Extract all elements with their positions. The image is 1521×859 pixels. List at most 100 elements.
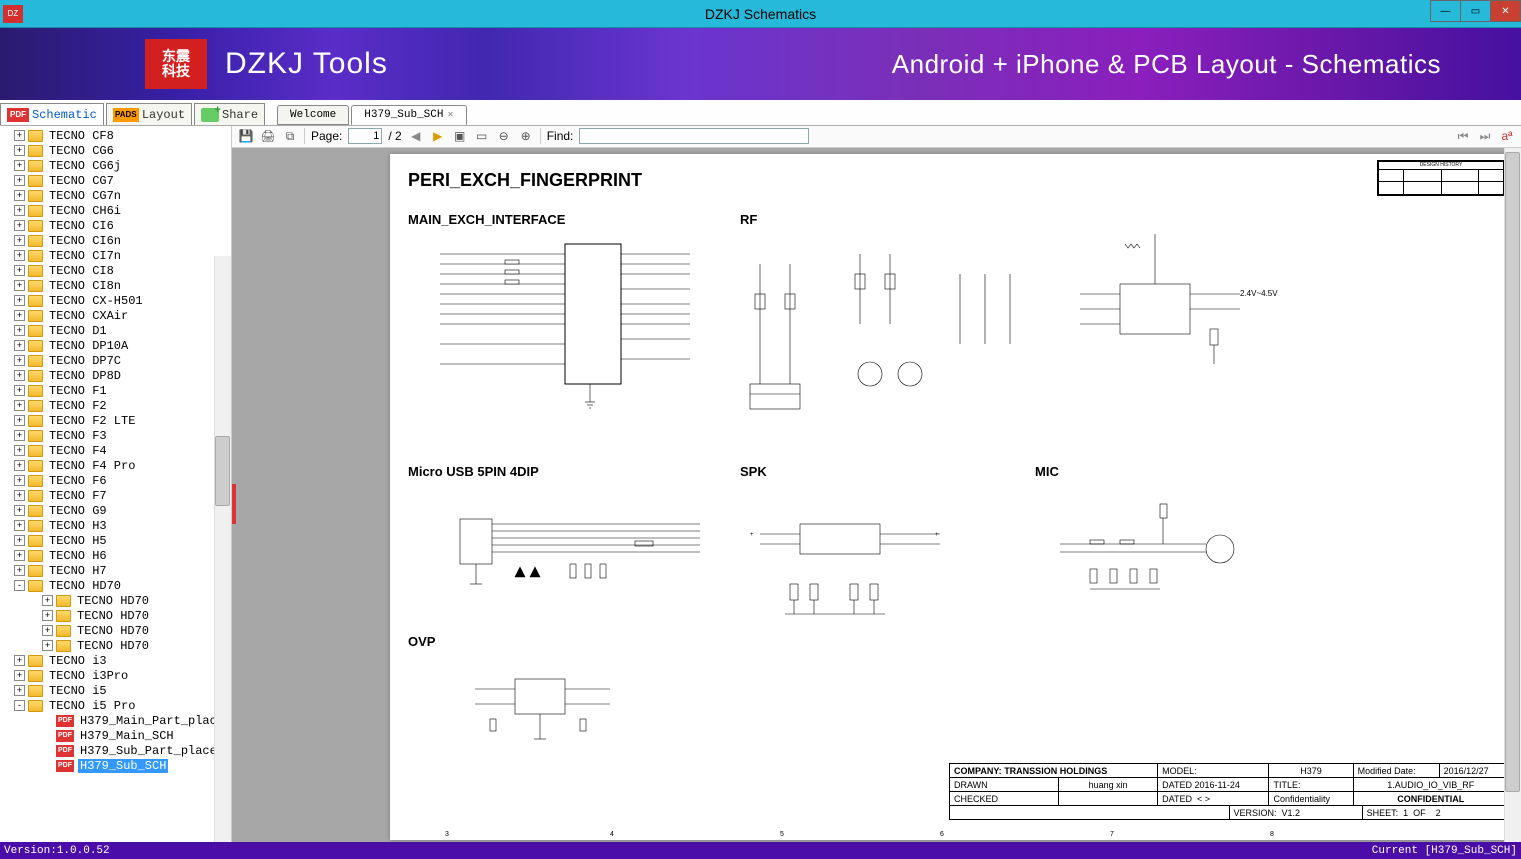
save-icon[interactable]: 💾 — [238, 128, 254, 144]
find-prev-icon[interactable]: ⏮ — [1455, 128, 1471, 144]
tree-expander-icon[interactable]: + — [42, 640, 53, 651]
print-icon[interactable]: 🖨 — [260, 128, 276, 144]
page-input[interactable] — [348, 128, 382, 144]
tree-expander-icon[interactable]: + — [14, 460, 25, 471]
prev-page-icon[interactable]: ◀ — [408, 128, 424, 144]
tree-expander-icon[interactable]: + — [42, 625, 53, 636]
tree-expander-icon[interactable]: + — [14, 175, 25, 186]
tree-item[interactable]: PDFH379_Main_Part_placement — [0, 713, 231, 728]
fit-page-icon[interactable]: ▣ — [452, 128, 468, 144]
tree-expander-icon[interactable]: + — [42, 595, 53, 606]
find-input[interactable] — [579, 128, 809, 144]
tree-expander-icon[interactable]: + — [14, 265, 25, 276]
tree-item[interactable]: +TECNO H5 — [0, 533, 231, 548]
find-next-icon[interactable]: ⏭ — [1477, 128, 1493, 144]
tree-item[interactable]: +TECNO CG6 — [0, 143, 231, 158]
doc-tab-h379_sub_sch[interactable]: H379_Sub_SCH✕ — [351, 105, 466, 125]
tree-item[interactable]: +TECNO CI8n — [0, 278, 231, 293]
tree-expander-icon[interactable]: + — [14, 160, 25, 171]
tree-item[interactable]: +TECNO DP10A — [0, 338, 231, 353]
tree-item[interactable]: +TECNO HD70 — [0, 593, 231, 608]
tree-item[interactable]: +TECNO CG7n — [0, 188, 231, 203]
tree-item[interactable]: +TECNO CI7n — [0, 248, 231, 263]
schematic-page[interactable]: PERI_EXCH_FINGERPRINT DESIGN HISTORY MAI… — [390, 154, 1515, 840]
tree-expander-icon[interactable]: + — [14, 295, 25, 306]
tree-item[interactable]: +TECNO F7 — [0, 488, 231, 503]
tree-item[interactable]: PDFH379_Sub_Part_placement — [0, 743, 231, 758]
tree-item[interactable]: +TECNO i3Pro — [0, 668, 231, 683]
tree-expander-icon[interactable]: + — [14, 325, 25, 336]
tree-item[interactable]: -TECNO i5 Pro — [0, 698, 231, 713]
minimize-button[interactable]: — — [1430, 0, 1461, 22]
tree-item[interactable]: +TECNO F4 Pro — [0, 458, 231, 473]
tree-item[interactable]: +TECNO F1 — [0, 383, 231, 398]
tree-item[interactable]: +TECNO CH6i — [0, 203, 231, 218]
tree-item[interactable]: +TECNO i5 — [0, 683, 231, 698]
tree-item[interactable]: +TECNO CI8 — [0, 263, 231, 278]
tree-expander-icon[interactable]: + — [42, 610, 53, 621]
viewer-scrollbar[interactable] — [1504, 148, 1521, 842]
tree-expander-icon[interactable]: - — [14, 580, 25, 591]
maximize-button[interactable]: ▭ — [1460, 0, 1491, 22]
tree-item[interactable]: +TECNO HD70 — [0, 638, 231, 653]
copy-icon[interactable]: ⧉ — [282, 128, 298, 144]
tree-expander-icon[interactable]: + — [14, 565, 25, 576]
tree-item[interactable]: -TECNO HD70 — [0, 578, 231, 593]
tree-item[interactable]: +TECNO F3 — [0, 428, 231, 443]
tree-expander-icon[interactable]: + — [14, 280, 25, 291]
close-button[interactable]: ✕ — [1490, 0, 1521, 22]
tree-item[interactable]: +TECNO F6 — [0, 473, 231, 488]
sidebar-scroll-thumb[interactable] — [215, 436, 230, 506]
tree-item[interactable]: +TECNO F2 LTE — [0, 413, 231, 428]
doc-tab-welcome[interactable]: Welcome — [277, 105, 349, 125]
tree-expander-icon[interactable]: + — [14, 535, 25, 546]
mode-tab-share[interactable]: Share — [194, 103, 265, 125]
tree-expander-icon[interactable]: + — [14, 250, 25, 261]
text-size-icon[interactable]: aª — [1499, 128, 1515, 144]
tree-item[interactable]: +TECNO CI6 — [0, 218, 231, 233]
zoom-in-icon[interactable]: ⊕ — [518, 128, 534, 144]
tree-item[interactable]: PDFH379_Sub_SCH — [0, 758, 231, 773]
tree-expander-icon[interactable]: + — [14, 505, 25, 516]
tree-item[interactable]: +TECNO CG7 — [0, 173, 231, 188]
tree-item[interactable]: +TECNO F4 — [0, 443, 231, 458]
tree-expander-icon[interactable]: + — [14, 340, 25, 351]
splitter-handle[interactable] — [232, 484, 236, 524]
mode-tab-schematic[interactable]: PDFSchematic — [0, 103, 104, 125]
next-page-icon[interactable]: ▶ — [430, 128, 446, 144]
tree-item[interactable]: +TECNO H6 — [0, 548, 231, 563]
sidebar-tree[interactable]: +TECNO CF8+TECNO CG6+TECNO CG6j+TECNO CG… — [0, 126, 232, 842]
tree-expander-icon[interactable]: + — [14, 130, 25, 141]
zoom-out-icon[interactable]: ⊖ — [496, 128, 512, 144]
tree-item[interactable]: +TECNO DP7C — [0, 353, 231, 368]
tree-item[interactable]: +TECNO CXAir — [0, 308, 231, 323]
tree-expander-icon[interactable]: + — [14, 430, 25, 441]
tree-item[interactable]: +TECNO i3 — [0, 653, 231, 668]
tree-expander-icon[interactable]: + — [14, 205, 25, 216]
mode-tab-layout[interactable]: PADSLayout — [106, 103, 192, 125]
tree-item[interactable]: +TECNO HD70 — [0, 623, 231, 638]
tree-item[interactable]: +TECNO HD70 — [0, 608, 231, 623]
tree-expander-icon[interactable]: + — [14, 235, 25, 246]
tree-expander-icon[interactable]: + — [14, 550, 25, 561]
tree-expander-icon[interactable]: + — [14, 220, 25, 231]
sidebar-scrollbar[interactable] — [214, 256, 231, 842]
close-tab-icon[interactable]: ✕ — [447, 109, 453, 121]
viewer-scroll-thumb[interactable] — [1505, 152, 1520, 792]
tree-expander-icon[interactable]: + — [14, 655, 25, 666]
tree-item[interactable]: +TECNO DP8D — [0, 368, 231, 383]
tree-expander-icon[interactable]: + — [14, 445, 25, 456]
tree-expander-icon[interactable]: + — [14, 190, 25, 201]
tree-item[interactable]: +TECNO CG6j — [0, 158, 231, 173]
tree-expander-icon[interactable]: + — [14, 520, 25, 531]
tree-item[interactable]: +TECNO CX-H501 — [0, 293, 231, 308]
tree-item[interactable]: PDFH379_Main_SCH — [0, 728, 231, 743]
tree-expander-icon[interactable]: + — [14, 475, 25, 486]
tree-item[interactable]: +TECNO G9 — [0, 503, 231, 518]
tree-item[interactable]: +TECNO H7 — [0, 563, 231, 578]
tree-item[interactable]: +TECNO CF8 — [0, 128, 231, 143]
tree-expander-icon[interactable]: + — [14, 145, 25, 156]
tree-expander-icon[interactable]: + — [14, 355, 25, 366]
tree-expander-icon[interactable]: + — [14, 490, 25, 501]
fit-width-icon[interactable]: ▭ — [474, 128, 490, 144]
